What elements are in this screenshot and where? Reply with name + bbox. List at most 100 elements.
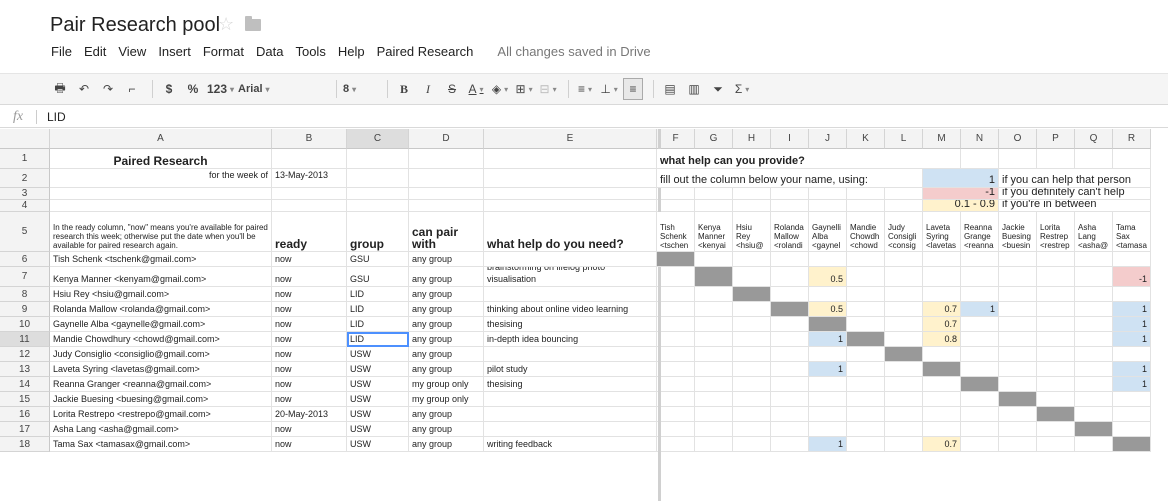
cell[interactable] bbox=[347, 188, 409, 200]
cell[interactable] bbox=[347, 149, 409, 169]
star-icon[interactable]: ☆ bbox=[218, 14, 234, 35]
self-pair-cell[interactable] bbox=[1113, 437, 1151, 452]
self-pair-cell[interactable] bbox=[999, 392, 1037, 407]
self-pair-cell[interactable] bbox=[885, 347, 923, 362]
cell[interactable] bbox=[961, 407, 999, 422]
menu-item-view[interactable]: View bbox=[112, 44, 152, 62]
self-pair-cell[interactable] bbox=[961, 377, 999, 392]
person-name[interactable]: Gaynelle Alba <gaynelle@gmail.com> bbox=[50, 317, 272, 332]
person-help-need[interactable]: brainstorming on lifelog photo visualisa… bbox=[484, 267, 657, 287]
person-group[interactable]: USW bbox=[347, 362, 409, 377]
cell[interactable] bbox=[409, 149, 484, 169]
cell[interactable] bbox=[733, 407, 771, 422]
cell[interactable] bbox=[999, 347, 1037, 362]
column-header-h[interactable]: H bbox=[733, 129, 771, 149]
person-column-header[interactable]: Asha Lang <asha@ bbox=[1075, 212, 1113, 252]
legend-1-text[interactable]: if you can help that person bbox=[999, 169, 1151, 188]
functions-button[interactable]: Σ bbox=[732, 78, 752, 100]
column-label-group[interactable]: group bbox=[347, 212, 409, 252]
row-header-3[interactable]: 3 bbox=[0, 188, 50, 200]
cell[interactable] bbox=[1037, 332, 1075, 347]
cell[interactable] bbox=[409, 200, 484, 212]
person-column-header[interactable]: Reanna Grange <reanna bbox=[961, 212, 999, 252]
cell[interactable] bbox=[657, 332, 695, 347]
person-help-need[interactable] bbox=[484, 407, 657, 422]
filter-icon[interactable]: ⏷ bbox=[708, 78, 728, 100]
match-score[interactable]: 0.7 bbox=[923, 437, 961, 452]
cell[interactable] bbox=[1037, 437, 1075, 452]
person-name[interactable]: Hsiu Rey <hsiu@gmail.com> bbox=[50, 287, 272, 302]
cell[interactable] bbox=[999, 377, 1037, 392]
align-icon[interactable]: ≡ bbox=[575, 78, 595, 100]
cell[interactable] bbox=[733, 437, 771, 452]
match-score[interactable]: 1 bbox=[1113, 362, 1151, 377]
merge-cells-icon[interactable]: ⊟ bbox=[538, 78, 558, 100]
menu-item-tools[interactable]: Tools bbox=[289, 44, 331, 62]
cell[interactable] bbox=[657, 287, 695, 302]
cell[interactable] bbox=[695, 347, 733, 362]
text-color-button[interactable]: A bbox=[466, 78, 486, 100]
row-header-1[interactable]: 1 bbox=[0, 149, 50, 169]
self-pair-cell[interactable] bbox=[1037, 407, 1075, 422]
cell[interactable] bbox=[771, 347, 809, 362]
cell[interactable] bbox=[733, 188, 771, 200]
row-header-5[interactable]: 5 bbox=[0, 212, 50, 252]
cell[interactable] bbox=[657, 347, 695, 362]
person-ready[interactable]: now bbox=[272, 422, 347, 437]
person-group[interactable]: USW bbox=[347, 437, 409, 452]
cell[interactable] bbox=[1113, 287, 1151, 302]
person-can-pair[interactable]: my group only bbox=[409, 392, 484, 407]
row-header-9[interactable]: 9 bbox=[0, 302, 50, 317]
cell[interactable] bbox=[733, 347, 771, 362]
person-ready[interactable]: now bbox=[272, 377, 347, 392]
cell[interactable] bbox=[771, 437, 809, 452]
cell[interactable] bbox=[847, 362, 885, 377]
number-format-dropdown[interactable]: 123 bbox=[207, 78, 234, 100]
self-pair-cell[interactable] bbox=[1075, 422, 1113, 437]
column-header-m[interactable]: M bbox=[923, 129, 961, 149]
cell[interactable] bbox=[809, 252, 847, 267]
cell[interactable] bbox=[272, 200, 347, 212]
cell[interactable] bbox=[923, 287, 961, 302]
person-column-header[interactable]: Laveta Syring <lavetas bbox=[923, 212, 961, 252]
currency-format-button[interactable]: $ bbox=[159, 78, 179, 100]
person-ready[interactable]: now bbox=[272, 287, 347, 302]
column-label-help-need[interactable]: what help do you need? bbox=[484, 212, 657, 252]
cell[interactable] bbox=[999, 362, 1037, 377]
person-group[interactable]: USW bbox=[347, 347, 409, 362]
cell[interactable] bbox=[999, 437, 1037, 452]
column-header-a[interactable]: A bbox=[50, 129, 272, 149]
cell[interactable] bbox=[695, 392, 733, 407]
cell[interactable] bbox=[1037, 362, 1075, 377]
cell[interactable] bbox=[847, 377, 885, 392]
cell[interactable] bbox=[923, 377, 961, 392]
cell[interactable] bbox=[657, 317, 695, 332]
person-name[interactable]: Jackie Buesing <buesing@gmail.com> bbox=[50, 392, 272, 407]
match-score[interactable]: -1 bbox=[1113, 267, 1151, 287]
cell[interactable] bbox=[733, 302, 771, 317]
cell[interactable] bbox=[885, 422, 923, 437]
menu-item-data[interactable]: Data bbox=[250, 44, 289, 62]
self-pair-cell[interactable] bbox=[847, 332, 885, 347]
menu-item-help[interactable]: Help bbox=[332, 44, 371, 62]
row-header-6[interactable]: 6 bbox=[0, 252, 50, 267]
row-header-15[interactable]: 15 bbox=[0, 392, 50, 407]
paired-research-title[interactable]: Paired Research bbox=[50, 149, 272, 169]
person-name[interactable]: Mandie Chowdhury <chowd@gmail.com> bbox=[50, 332, 272, 347]
cell[interactable] bbox=[272, 188, 347, 200]
legend-2-value[interactable]: -1 bbox=[923, 188, 999, 200]
cell[interactable] bbox=[695, 188, 733, 200]
match-score[interactable]: 0.8 bbox=[923, 332, 961, 347]
menu-item-edit[interactable]: Edit bbox=[78, 44, 112, 62]
row-header-4[interactable]: 4 bbox=[0, 200, 50, 212]
self-pair-cell[interactable] bbox=[923, 362, 961, 377]
row-header-7[interactable]: 7 bbox=[0, 267, 50, 287]
person-group[interactable]: LID bbox=[347, 287, 409, 302]
cell[interactable] bbox=[885, 317, 923, 332]
cell[interactable] bbox=[657, 407, 695, 422]
cell[interactable] bbox=[657, 377, 695, 392]
cell[interactable] bbox=[1037, 317, 1075, 332]
column-header-d[interactable]: D bbox=[409, 129, 484, 149]
cell[interactable] bbox=[409, 169, 484, 188]
person-can-pair[interactable]: any group bbox=[409, 332, 484, 347]
